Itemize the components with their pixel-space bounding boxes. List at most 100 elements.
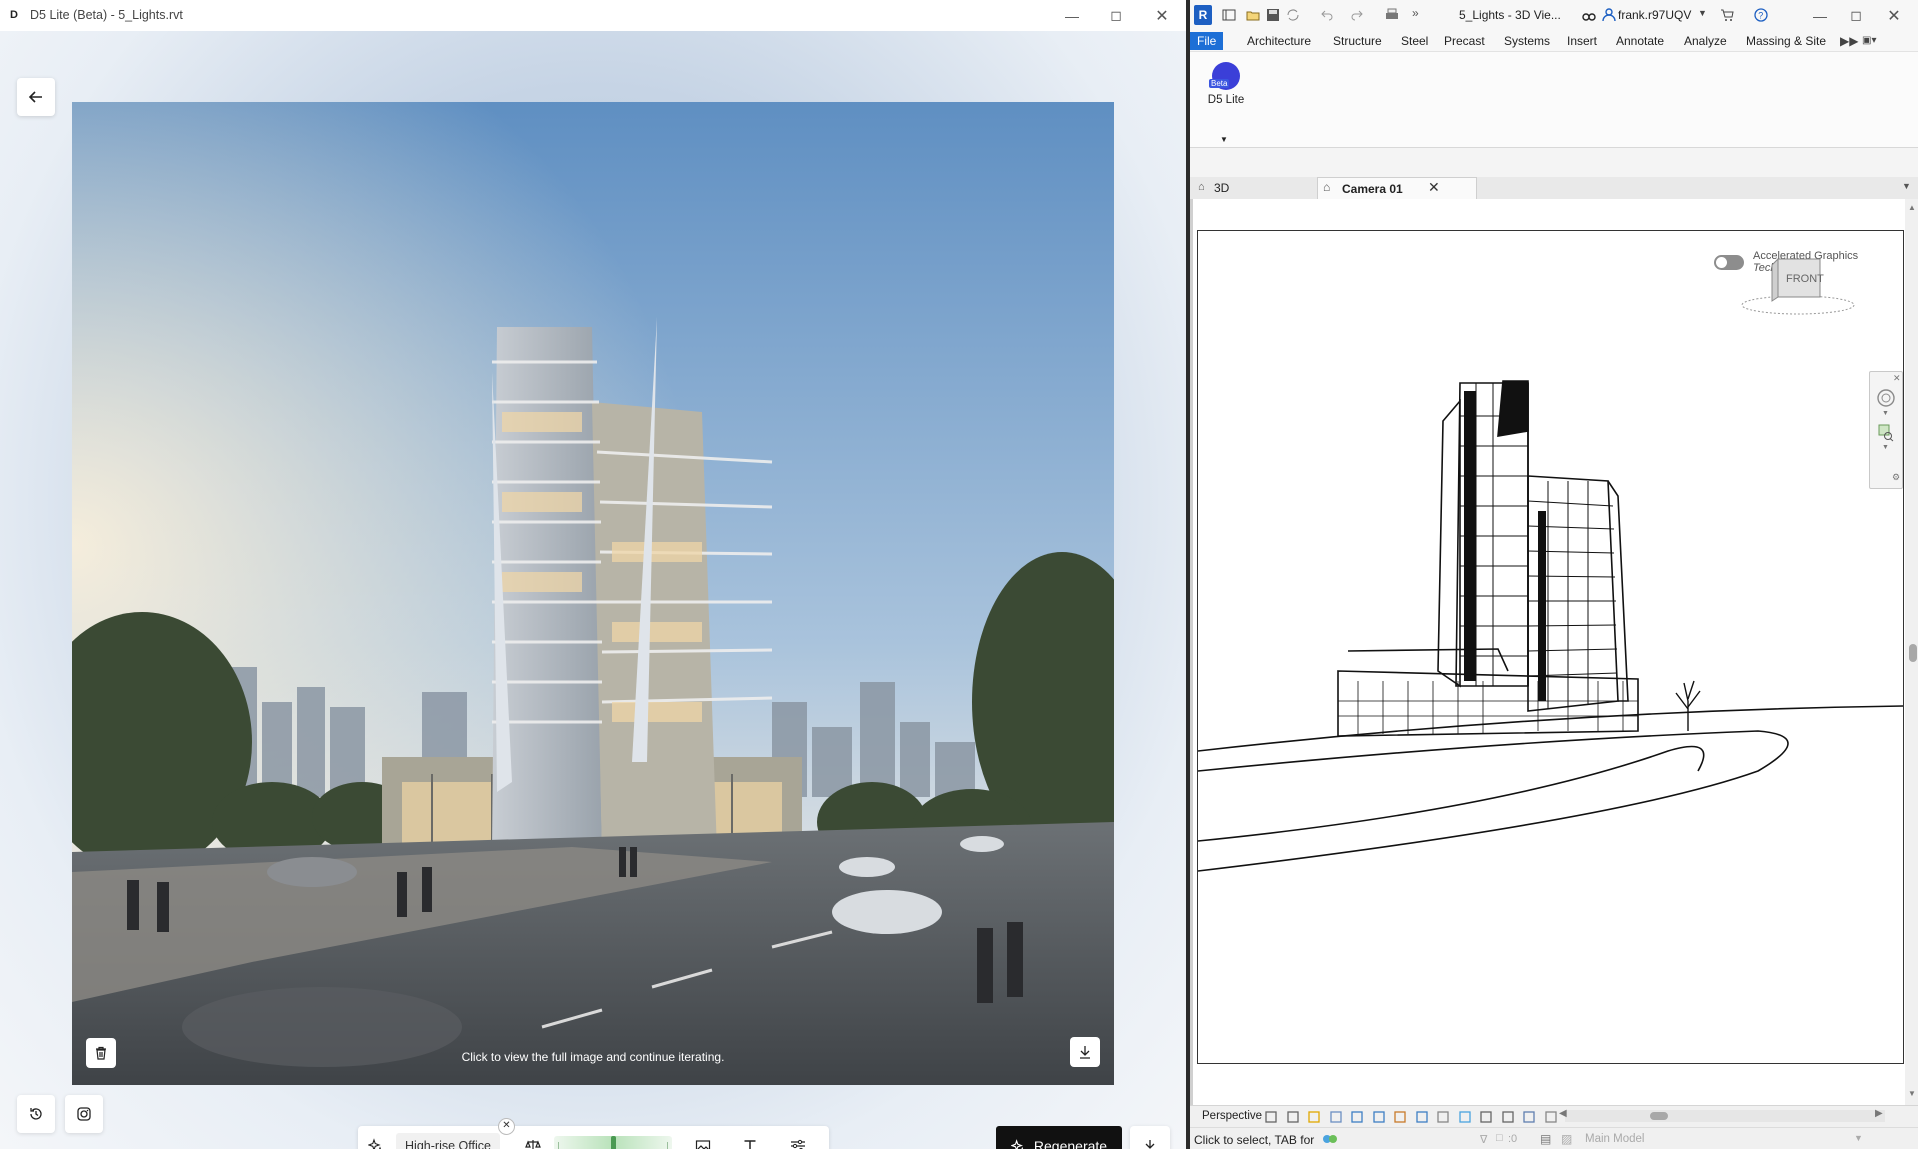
remove-style-icon[interactable]: ✕ xyxy=(498,1118,515,1135)
help-icon[interactable]: ? xyxy=(1754,8,1768,22)
render-caption[interactable]: Click to view the full image and continu… xyxy=(72,1050,1114,1064)
panel-expand-icon[interactable]: ▼ xyxy=(1220,135,1228,144)
wheel-dropdown-icon[interactable]: ▼ xyxy=(1882,410,1889,417)
close-icon[interactable]: ✕ xyxy=(1140,0,1184,31)
tab-precast[interactable]: Precast xyxy=(1444,33,1485,49)
tab-architecture[interactable]: Architecture xyxy=(1247,33,1311,49)
tab-insert[interactable]: Insert xyxy=(1567,33,1597,49)
more-tabs-icon[interactable]: ▶▶ xyxy=(1840,33,1858,49)
export-button[interactable] xyxy=(1130,1126,1170,1149)
camera-view-icon: ⌂ xyxy=(1323,180,1331,194)
print-icon[interactable] xyxy=(1385,8,1399,22)
model-dropdown-icon[interactable]: ▼ xyxy=(1854,1133,1863,1143)
navbar-options-icon[interactable]: ⚙ xyxy=(1892,472,1900,483)
tab-analyze[interactable]: Analyze xyxy=(1684,33,1727,49)
binoculars-icon[interactable] xyxy=(1582,8,1596,22)
home-icon[interactable] xyxy=(1222,8,1236,22)
open-folder-icon[interactable] xyxy=(1246,8,1260,22)
zoom-region-icon[interactable] xyxy=(1878,424,1894,442)
revit-app-button[interactable]: R xyxy=(1194,5,1212,25)
text-prompt-button[interactable] xyxy=(732,1126,768,1149)
slider-thumb[interactable] xyxy=(611,1136,616,1149)
tab-systems[interactable]: Systems xyxy=(1504,33,1550,49)
worksharing-display-icon[interactable] xyxy=(1479,1110,1493,1124)
steering-wheel-icon[interactable] xyxy=(1876,388,1896,408)
style-chip[interactable]: High-rise Office xyxy=(396,1133,500,1149)
sun-path-icon[interactable] xyxy=(1307,1110,1321,1124)
settings-button[interactable] xyxy=(778,1126,818,1149)
tab-annotate[interactable]: Annotate xyxy=(1616,33,1664,49)
back-button[interactable] xyxy=(17,78,55,116)
scroll-right-icon[interactable]: ▶ xyxy=(1875,1108,1883,1119)
render-illustration xyxy=(72,102,1114,1085)
reference-image-button[interactable] xyxy=(684,1126,722,1149)
download-image-button[interactable] xyxy=(1070,1037,1100,1067)
minimize-icon[interactable]: — xyxy=(1050,0,1094,31)
reveal-hidden-icon[interactable] xyxy=(1458,1110,1472,1124)
maximize-icon[interactable]: ◻ xyxy=(1094,0,1138,31)
revit-maximize-icon[interactable]: ◻ xyxy=(1838,0,1874,31)
viewcube[interactable]: FRONT xyxy=(1738,251,1858,317)
worksharing-icon[interactable] xyxy=(1322,1132,1338,1146)
detail-level-icon[interactable] xyxy=(1264,1110,1278,1124)
close-view-tab-icon[interactable]: ✕ xyxy=(1428,179,1440,196)
undo-icon[interactable] xyxy=(1320,8,1334,22)
back-arrow-icon xyxy=(28,91,42,103)
scrollbar-thumb[interactable] xyxy=(1909,644,1917,662)
h-scrollbar-thumb[interactable] xyxy=(1650,1112,1668,1120)
horizontal-scrollbar[interactable]: ◀ ▶ xyxy=(1559,1108,1885,1122)
unlock-3d-icon[interactable] xyxy=(1415,1110,1429,1124)
user-name[interactable]: frank.r97UQV xyxy=(1618,8,1691,22)
instagram-button[interactable] xyxy=(65,1095,103,1133)
drawing-area[interactable]: Accelerated Graphics Tech Preview FRONT … xyxy=(1190,199,1918,1105)
tab-steel[interactable]: Steel xyxy=(1401,33,1428,49)
highlight-displacement-icon[interactable] xyxy=(1501,1110,1515,1124)
revit-close-icon[interactable]: ✕ xyxy=(1876,0,1912,31)
regenerate-button[interactable]: Regenerate xyxy=(996,1126,1122,1149)
revit-minimize-icon[interactable]: — xyxy=(1802,0,1838,31)
cart-icon[interactable] xyxy=(1720,8,1734,22)
image-icon xyxy=(695,1140,711,1149)
close-navbar-icon[interactable]: ✕ xyxy=(1893,373,1901,384)
model-selector[interactable]: Main Model xyxy=(1585,1133,1644,1145)
view-tab-3d[interactable]: 3D xyxy=(1190,177,1332,199)
redo-icon[interactable] xyxy=(1350,8,1364,22)
user-dropdown-icon[interactable]: ▼ xyxy=(1698,8,1712,22)
scroll-left-icon[interactable]: ◀ xyxy=(1559,1108,1567,1119)
tab-structure[interactable]: Structure xyxy=(1333,33,1382,49)
view-tab-camera[interactable]: Camera 01 xyxy=(1317,177,1477,200)
ribbon-options-icon[interactable]: ▣▾ xyxy=(1862,33,1876,49)
show-crop-icon[interactable] xyxy=(1393,1110,1407,1124)
scroll-up-icon[interactable]: ▲ xyxy=(1908,203,1916,212)
shadows-icon[interactable] xyxy=(1329,1110,1343,1124)
svg-text:?: ? xyxy=(1758,11,1763,21)
vertical-scrollbar[interactable]: ▲ ▼ xyxy=(1905,199,1918,1105)
ai-style-button[interactable] xyxy=(358,1126,394,1149)
tab-file[interactable]: File xyxy=(1190,32,1224,50)
crop-view-icon[interactable] xyxy=(1372,1110,1386,1124)
analytical-model-icon[interactable] xyxy=(1544,1110,1558,1124)
reveal-constraints-icon[interactable] xyxy=(1522,1110,1536,1124)
scroll-down-icon[interactable]: ▼ xyxy=(1908,1089,1916,1098)
sparkle-icon xyxy=(368,1138,381,1149)
more-tools-icon[interactable]: » xyxy=(1412,6,1426,20)
rendered-image[interactable]: Click to view the full image and continu… xyxy=(72,102,1114,1085)
zoom-dropdown-icon[interactable]: ▼ xyxy=(1882,444,1889,451)
temporary-hide-icon[interactable] xyxy=(1436,1110,1450,1124)
balance-button[interactable] xyxy=(516,1126,550,1149)
delete-image-button[interactable] xyxy=(86,1038,116,1068)
view-tabs-menu-icon[interactable]: ▼ xyxy=(1902,181,1911,191)
filter-icon[interactable]: ∇ xyxy=(1480,1133,1487,1146)
strength-slider[interactable] xyxy=(554,1136,672,1149)
editable-only-icon[interactable]: ▨ xyxy=(1561,1132,1572,1146)
visual-style-icon[interactable] xyxy=(1286,1110,1300,1124)
history-button[interactable] xyxy=(17,1095,55,1133)
view-mode-label[interactable]: Perspective xyxy=(1202,1110,1262,1122)
sync-icon[interactable] xyxy=(1286,8,1300,22)
render-icon[interactable] xyxy=(1350,1110,1364,1124)
navigation-bar: ✕ ▼ ▼ ⚙ xyxy=(1869,371,1903,489)
design-options-icon[interactable]: ▤ xyxy=(1540,1132,1551,1146)
tab-massing-site[interactable]: Massing & Site xyxy=(1746,33,1826,49)
save-icon[interactable] xyxy=(1266,8,1280,22)
d5-lite-addin-button[interactable]: Beta D5 Lite xyxy=(1202,62,1250,106)
